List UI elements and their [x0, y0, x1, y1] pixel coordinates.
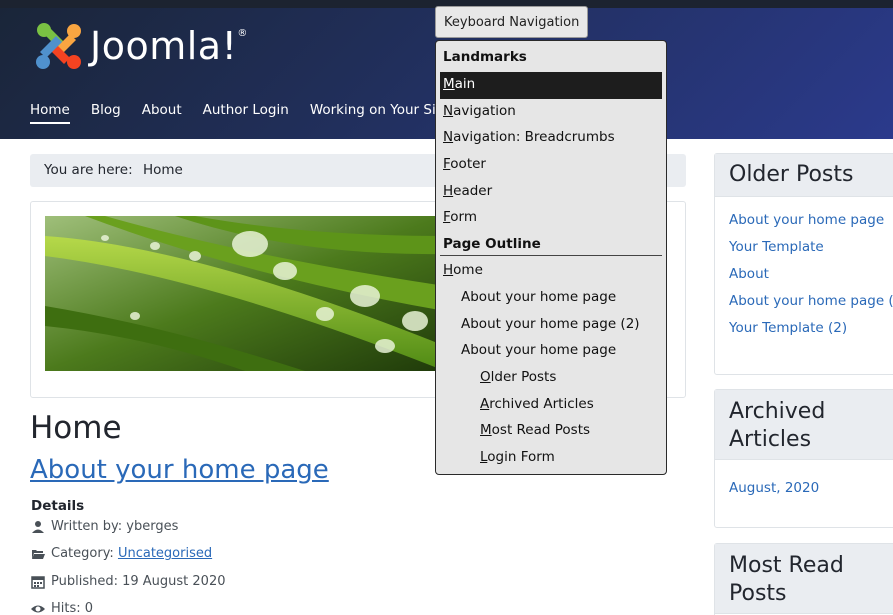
older-post-link[interactable]: Your Template (2): [729, 320, 893, 347]
outline-home[interactable]: Home: [440, 258, 662, 285]
author-text: Written by: yberges: [51, 519, 179, 534]
outline-about-home-page[interactable]: About your home page: [440, 285, 662, 312]
calendar-icon: [31, 575, 45, 589]
landmark-footer[interactable]: Footer: [440, 152, 662, 179]
landmark-navigation[interactable]: Navigation: [440, 99, 662, 126]
site-logo[interactable]: Joomla!®: [32, 20, 292, 72]
keyboard-navigation-button[interactable]: Keyboard Navigation: [435, 6, 589, 38]
landmark-navigation-breadcrumbs[interactable]: Navigation: Breadcrumbs: [440, 125, 662, 152]
archived-articles-card: Archived Articles August, 2020: [714, 389, 893, 528]
outline-about-home-page-3[interactable]: About your home page: [440, 338, 662, 365]
breadcrumb-label: You are here:: [44, 162, 133, 178]
nav-about[interactable]: About: [142, 102, 182, 124]
meta-author: Written by: yberges: [31, 519, 178, 534]
landmarks-heading: Landmarks: [443, 49, 527, 65]
hits-text: Hits: 0: [51, 601, 94, 615]
category-link[interactable]: Uncategorised: [118, 546, 212, 561]
most-read-title: Most Read Posts: [715, 544, 893, 614]
logo-text: Joomla!®: [90, 24, 248, 68]
landmark-main[interactable]: Main: [440, 72, 662, 99]
meta-published: Published: 19 August 2020: [31, 574, 225, 589]
landmark-header[interactable]: Header: [440, 179, 662, 206]
breadcrumb-current: Home: [142, 162, 183, 178]
joomla-logo-icon: [36, 23, 81, 69]
article-title-link[interactable]: About your home page: [30, 455, 329, 485]
outline-about-home-page-2[interactable]: About your home page (2): [440, 312, 662, 339]
older-post-link[interactable]: Your Template: [729, 239, 893, 266]
nav-working-on-site[interactable]: Working on Your Site: [310, 102, 450, 124]
older-posts-card: Older Posts About your home page Your Te…: [714, 153, 893, 375]
page-outline-heading: Page Outline: [440, 232, 662, 257]
archive-month-link[interactable]: August, 2020: [729, 480, 893, 507]
outline-older-posts[interactable]: Older Posts: [440, 365, 662, 392]
nav-author-login[interactable]: Author Login: [203, 102, 289, 124]
older-post-link[interactable]: About your home page (2): [729, 293, 893, 320]
page-heading: Home: [30, 410, 122, 446]
hero-image: [45, 216, 445, 371]
meta-category: Category: Uncategorised: [31, 546, 212, 561]
keyboard-navigation-menu: Landmarks Main Navigation Navigation: Br…: [435, 40, 667, 475]
older-post-link[interactable]: About: [729, 266, 893, 293]
category-label: Category:: [51, 546, 114, 561]
details-label: Details: [31, 498, 85, 514]
older-post-link[interactable]: About your home page: [729, 212, 893, 239]
meta-hits: Hits: 0: [31, 601, 93, 615]
grass-dew-image: [45, 216, 445, 371]
published-text: Published: 19 August 2020: [51, 574, 226, 589]
most-read-card: Most Read Posts: [714, 543, 893, 615]
landmark-form[interactable]: Form: [440, 205, 662, 232]
user-icon: [32, 520, 44, 533]
nav-blog[interactable]: Blog: [91, 102, 121, 124]
outline-login-form[interactable]: Login Form: [440, 445, 662, 472]
outline-most-read-posts[interactable]: Most Read Posts: [440, 418, 662, 445]
nav-home[interactable]: Home: [30, 102, 70, 124]
main-nav: Home Blog About Author Login Working on …: [30, 102, 470, 124]
archived-articles-title: Archived Articles: [715, 390, 893, 460]
folder-open-icon: [32, 549, 45, 559]
eye-icon: [31, 605, 45, 612]
older-posts-title: Older Posts: [715, 154, 893, 197]
outline-archived-articles[interactable]: Archived Articles: [440, 392, 662, 419]
